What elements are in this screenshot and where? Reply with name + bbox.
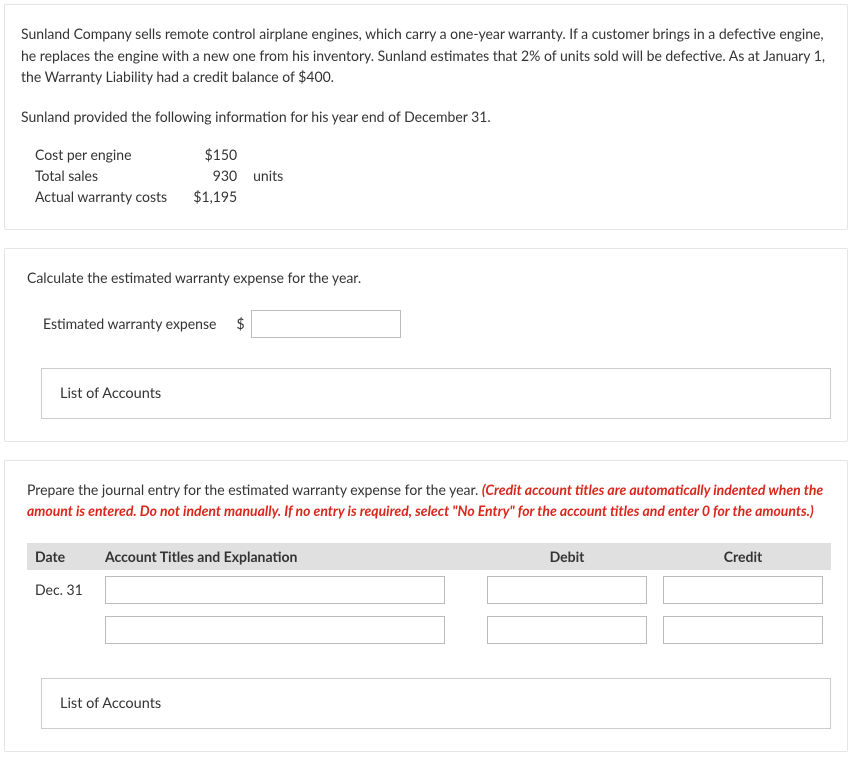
expense-label: Estimated warranty expense [43,315,216,332]
list-of-accounts-label: List of Accounts [60,695,161,712]
info-label: Total sales [27,165,175,186]
list-of-accounts-label: List of Accounts [60,385,161,402]
info-unit [245,144,291,165]
intro-text: Sunland Company sells remote control air… [21,23,831,88]
problem-panel: Sunland Company sells remote control air… [4,4,848,230]
journal-date: Dec. 31 [27,570,97,610]
header-account: Account Titles and Explanation [97,543,479,570]
header-date: Date [27,543,97,570]
calc-instruction: Calculate the estimated warranty expense… [27,267,831,288]
info-value: $150 [175,144,245,165]
journal-instruction: Prepare the journal entry for the estima… [27,479,831,521]
debit-input[interactable] [487,616,647,644]
info-table: Cost per engine $150 Total sales 930 uni… [27,144,291,207]
expense-input-row: Estimated warranty expense $ [43,310,831,338]
info-unit: units [245,165,291,186]
info-value: $1,195 [175,186,245,207]
info-label: Cost per engine [27,144,175,165]
journal-row: Dec. 31 [27,570,831,610]
journal-header-row: Date Account Titles and Explanation Debi… [27,543,831,570]
journal-row [27,610,831,650]
list-of-accounts-button[interactable]: List of Accounts [41,678,831,729]
info-value: 930 [175,165,245,186]
calc-panel: Calculate the estimated warranty expense… [4,248,848,442]
account-title-input[interactable] [105,576,445,604]
journal-table: Date Account Titles and Explanation Debi… [27,543,831,650]
account-title-input[interactable] [105,616,445,644]
info-row: Actual warranty costs $1,195 [27,186,291,207]
dollar-sign: $ [236,315,244,332]
header-debit: Debit [479,543,655,570]
header-credit: Credit [655,543,831,570]
info-label: Actual warranty costs [27,186,175,207]
estimated-expense-input[interactable] [251,310,401,338]
debit-input[interactable] [487,576,647,604]
journal-instruction-black: Prepare the journal entry for the estima… [27,481,482,498]
list-of-accounts-button[interactable]: List of Accounts [41,368,831,419]
credit-input[interactable] [663,576,823,604]
info-unit [245,186,291,207]
sub-text: Sunland provided the following informati… [21,106,831,128]
info-row: Cost per engine $150 [27,144,291,165]
journal-panel: Prepare the journal entry for the estima… [4,460,848,752]
info-row: Total sales 930 units [27,165,291,186]
journal-date-empty [27,610,97,650]
credit-input[interactable] [663,616,823,644]
